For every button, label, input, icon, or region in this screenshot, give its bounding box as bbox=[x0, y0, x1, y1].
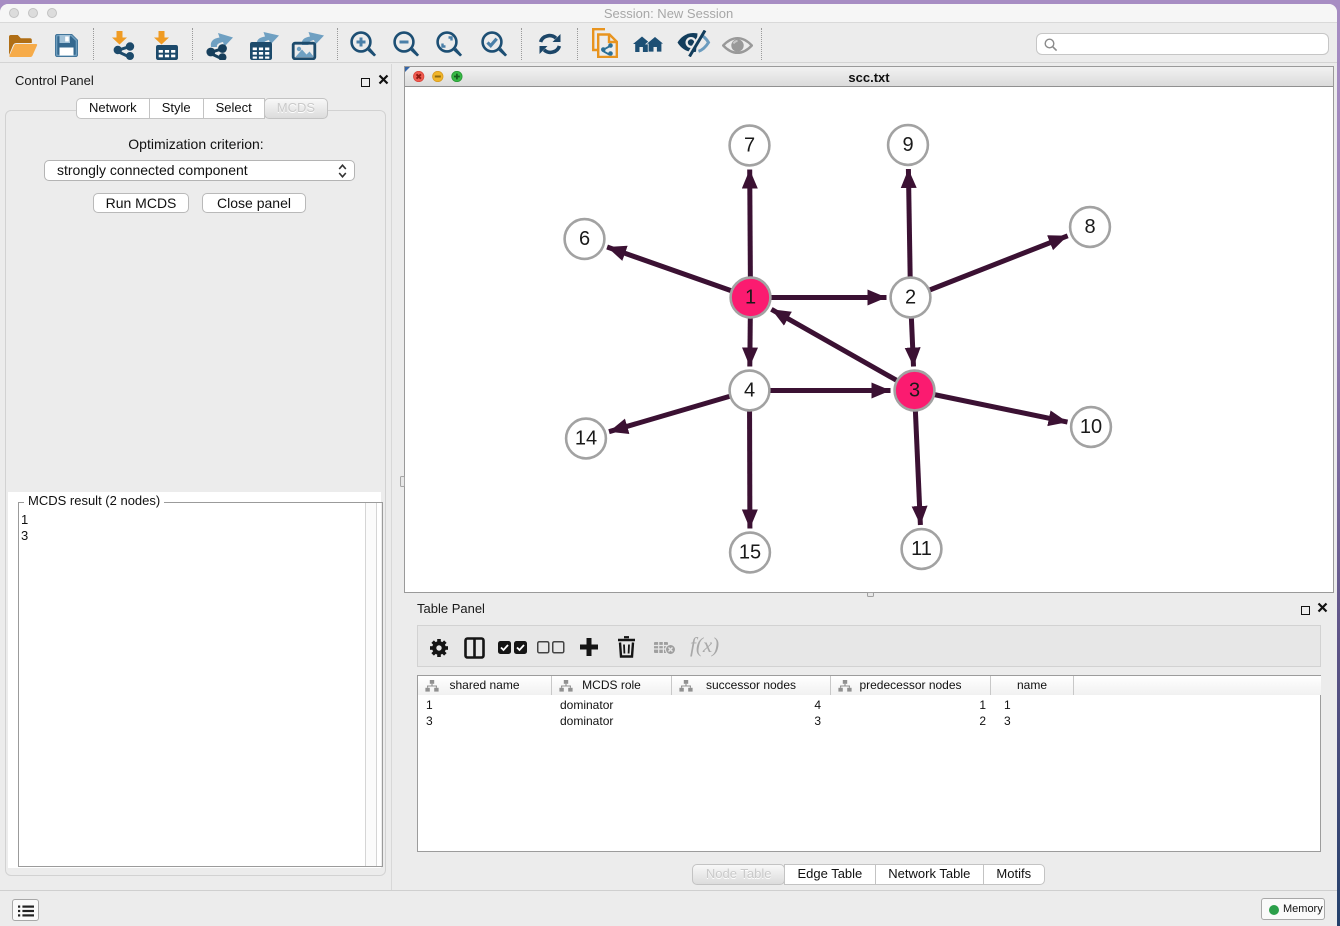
svg-text:2: 2 bbox=[905, 287, 916, 309]
svg-text:14: 14 bbox=[575, 428, 597, 450]
svg-text:1: 1 bbox=[745, 287, 756, 309]
svg-text:15: 15 bbox=[739, 542, 761, 564]
svg-text:8: 8 bbox=[1084, 216, 1095, 238]
svg-text:7: 7 bbox=[744, 135, 755, 157]
svg-text:11: 11 bbox=[911, 538, 932, 560]
svg-text:9: 9 bbox=[902, 134, 913, 156]
svg-text:6: 6 bbox=[579, 228, 590, 250]
svg-text:3: 3 bbox=[909, 380, 920, 402]
svg-text:10: 10 bbox=[1080, 416, 1102, 438]
svg-text:4: 4 bbox=[744, 380, 755, 402]
